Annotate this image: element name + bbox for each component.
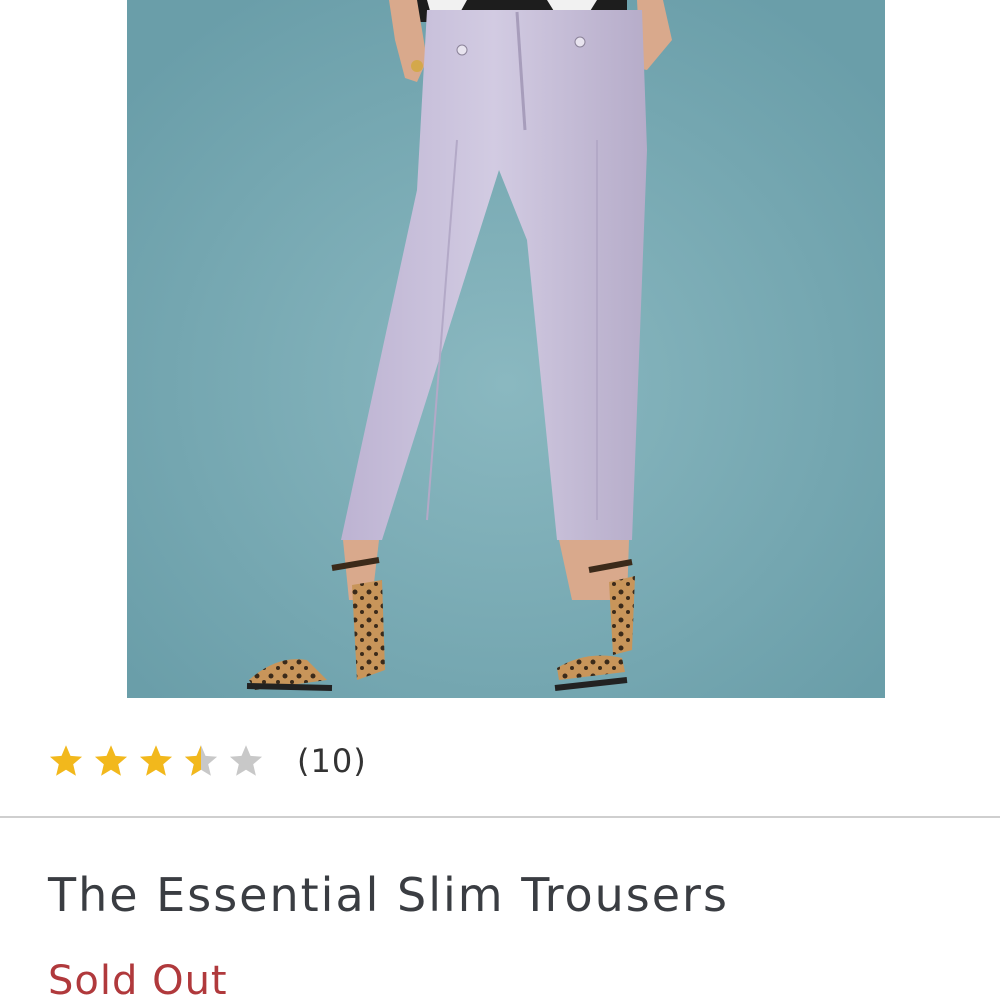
product-image[interactable]: [127, 0, 885, 698]
divider: [0, 816, 1000, 818]
review-count[interactable]: (10): [297, 742, 367, 780]
star-filled-icon: [94, 745, 128, 776]
star-empty-icon: [229, 745, 263, 776]
product-page: (10) The Essential Slim Trousers Sold Ou…: [0, 0, 1000, 1000]
product-title: The Essential Slim Trousers: [48, 868, 729, 922]
star-filled-icon: [49, 745, 83, 776]
product-photo-illustration: [127, 0, 885, 698]
star-rating: [48, 743, 273, 779]
sold-out-label: Sold Out: [48, 958, 228, 1000]
rating-row[interactable]: (10): [48, 738, 367, 784]
star-filled-icon: [139, 745, 173, 776]
star-half-icon: [184, 745, 218, 776]
